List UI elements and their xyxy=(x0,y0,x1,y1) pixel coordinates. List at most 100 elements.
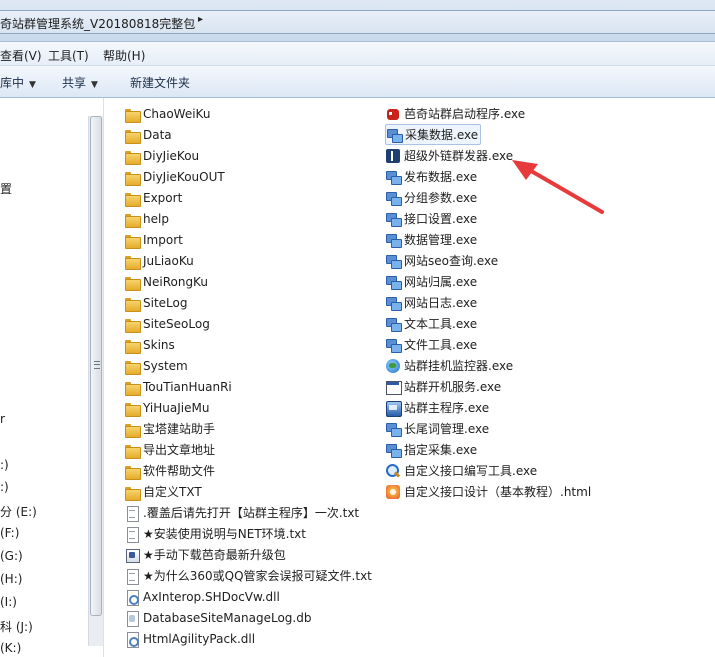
robot-icon xyxy=(385,106,403,122)
file-item[interactable]: 宝塔建站助手 xyxy=(124,418,215,439)
file-item[interactable]: JuLiaoKu xyxy=(124,250,194,271)
file-item[interactable]: 站群开机服务.exe xyxy=(385,376,501,397)
address-bar: 奇站群管理系统_V20180818完整包 ▸ xyxy=(0,0,715,42)
file-name: AxInterop.SHDocVw.dll xyxy=(143,589,280,604)
address-box[interactable]: 奇站群管理系统_V20180818完整包 ▸ xyxy=(0,10,715,34)
file-name: 站群挂机监控器.exe xyxy=(404,359,514,373)
breadcrumb-chevron-icon[interactable]: ▸ xyxy=(198,14,203,25)
file-item[interactable]: 软件帮助文件 xyxy=(124,460,215,481)
nav-item[interactable]: :) xyxy=(0,458,9,472)
folder-icon xyxy=(124,421,141,438)
file-name: Import xyxy=(143,232,183,247)
file-item[interactable]: 芭奇站群启动程序.exe xyxy=(385,103,525,124)
file-item[interactable]: 发布数据.exe xyxy=(385,166,477,187)
menu-help[interactable]: 帮助(H) xyxy=(103,47,145,64)
nav-drive-j[interactable]: 科 (J:) xyxy=(0,618,33,635)
file-item[interactable]: 采集数据.exe xyxy=(385,124,482,145)
nav-drive-f[interactable]: (F:) xyxy=(0,526,19,540)
file-name: 长尾词管理.exe xyxy=(404,422,490,436)
file-item[interactable]: Import xyxy=(124,229,183,250)
search-icon xyxy=(385,463,401,479)
bluetooth-icon xyxy=(385,148,401,164)
nav-drive-h[interactable]: (H:) xyxy=(0,572,22,586)
nav-item[interactable]: :) xyxy=(0,480,9,494)
file-name: 芭奇站群启动程序.exe xyxy=(404,107,526,121)
file-item[interactable]: 超级外链群发器.exe xyxy=(385,145,513,166)
package-icon xyxy=(124,547,140,563)
file-item[interactable]: 数据管理.exe xyxy=(385,229,477,250)
nav-scrollbar[interactable] xyxy=(88,116,103,646)
file-name: DiyJieKou xyxy=(143,148,200,163)
file-name: ★手动下载芭奇最新升级包 xyxy=(143,548,286,562)
file-item[interactable]: ★安装使用说明与NET环境.txt xyxy=(124,523,306,544)
file-item[interactable]: 长尾词管理.exe xyxy=(385,418,489,439)
file-item[interactable]: NeiRongKu xyxy=(124,271,208,292)
file-item[interactable]: 站群挂机监控器.exe xyxy=(385,355,513,376)
nav-item[interactable]: 置 xyxy=(0,180,12,197)
file-name: 自定义接口设计（基本教程）.html xyxy=(404,485,592,499)
menu-tools[interactable]: 工具(T) xyxy=(48,47,89,64)
file-name: System xyxy=(143,358,188,373)
file-item[interactable]: TouTianHuanRi xyxy=(124,376,232,397)
file-name: ★安装使用说明与NET环境.txt xyxy=(143,527,306,541)
dll-icon xyxy=(124,631,140,648)
new-folder-button[interactable]: 新建文件夹 xyxy=(130,74,190,91)
file-name: DiyJieKouOUT xyxy=(143,169,225,184)
menu-view[interactable]: 查看(V) xyxy=(0,47,42,64)
file-item[interactable]: SiteSeoLog xyxy=(124,313,210,334)
file-name: 网站日志.exe xyxy=(404,296,478,310)
file-item[interactable]: DatabaseSiteManageLog.db xyxy=(124,607,311,628)
file-item[interactable]: 文件工具.exe xyxy=(385,334,477,355)
file-item[interactable]: 文本工具.exe xyxy=(385,313,477,334)
nav-drive-e[interactable]: 分 (E:) xyxy=(0,503,37,520)
scrollbar-thumb[interactable] xyxy=(90,116,102,616)
file-name: JuLiaoKu xyxy=(143,253,194,268)
folder-icon xyxy=(124,274,141,291)
file-item[interactable]: .覆盖后请先打开【站群主程序】一次.txt xyxy=(124,502,359,523)
file-item[interactable]: SiteLog xyxy=(124,292,187,313)
nav-drive-g[interactable]: (G:) xyxy=(0,549,23,563)
file-item[interactable]: 指定采集.exe xyxy=(385,439,477,460)
file-item[interactable]: YiHuaJieMu xyxy=(124,397,209,418)
file-item[interactable]: 自定义TXT xyxy=(124,481,202,502)
folder-icon xyxy=(124,295,141,312)
file-item[interactable]: 网站seo查询.exe xyxy=(385,250,498,271)
file-item[interactable]: DiyJieKouOUT xyxy=(124,166,225,187)
nav-item[interactable]: r xyxy=(0,412,5,426)
file-item[interactable]: 接口设置.exe xyxy=(385,208,477,229)
file-item[interactable]: ★为什么360或QQ管家会误报可疑文件.txt xyxy=(124,565,372,586)
file-name: Export xyxy=(143,190,183,205)
file-item[interactable]: 自定义接口设计（基本教程）.html xyxy=(385,481,591,502)
file-item[interactable]: Export xyxy=(124,187,182,208)
file-item[interactable]: HtmlAgilityPack.dll xyxy=(124,628,255,649)
file-name: NeiRongKu xyxy=(143,274,208,289)
file-item[interactable]: AxInterop.SHDocVw.dll xyxy=(124,586,280,607)
file-name: HtmlAgilityPack.dll xyxy=(143,631,256,646)
file-name: 超级外链群发器.exe xyxy=(404,149,514,163)
file-item[interactable]: DiyJieKou xyxy=(124,145,199,166)
address-path[interactable]: 奇站群管理系统_V20180818完整包 xyxy=(0,15,195,32)
file-name: 发布数据.exe xyxy=(404,170,478,184)
nav-drive-i[interactable]: (I:) xyxy=(0,595,17,609)
file-item[interactable]: 网站日志.exe xyxy=(385,292,477,313)
file-item[interactable]: 站群主程序.exe xyxy=(385,397,489,418)
database-file-icon xyxy=(124,610,140,627)
file-item[interactable]: ChaoWeiKu xyxy=(124,103,210,124)
file-name: ChaoWeiKu xyxy=(143,106,211,121)
file-item[interactable]: Data xyxy=(124,124,172,145)
file-item[interactable]: ★手动下载芭奇最新升级包 xyxy=(124,544,286,565)
share-button[interactable]: 共享 ▼ xyxy=(62,74,98,91)
folder-icon xyxy=(124,358,141,375)
file-item[interactable]: help xyxy=(124,208,169,229)
network-exe-icon xyxy=(385,169,402,185)
file-item[interactable]: Skins xyxy=(124,334,175,355)
file-item[interactable]: 分组参数.exe xyxy=(385,187,477,208)
file-item[interactable]: 导出文章地址 xyxy=(124,439,215,460)
explorer-window: 奇站群管理系统_V20180818完整包 ▸ 查看(V) 工具(T) 帮助(H)… xyxy=(0,0,715,657)
include-in-library-button[interactable]: 库中 ▼ xyxy=(0,74,36,91)
file-name: 站群开机服务.exe xyxy=(404,380,502,394)
file-item[interactable]: 自定义接口编写工具.exe xyxy=(385,460,537,481)
file-item[interactable]: 网站归属.exe xyxy=(385,271,477,292)
nav-drive-k[interactable]: (K:) xyxy=(0,641,21,655)
file-item[interactable]: System xyxy=(124,355,188,376)
